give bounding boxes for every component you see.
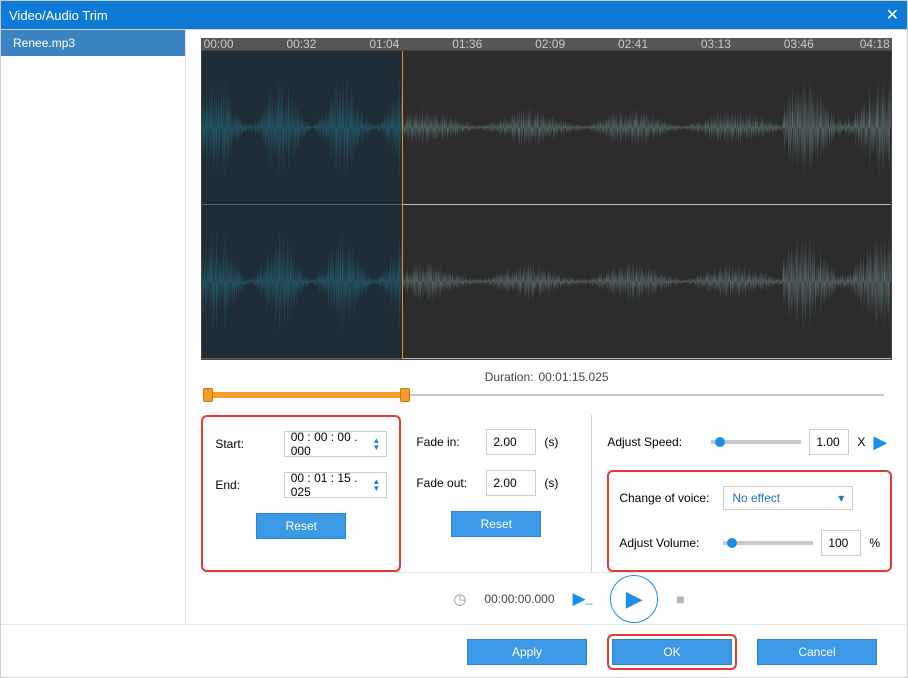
speed-x: X xyxy=(857,435,865,449)
stop-button[interactable]: ■ xyxy=(676,591,684,607)
end-value: 00 : 01 : 15 . 025 xyxy=(291,471,373,499)
tick: 04:18 xyxy=(860,37,890,51)
play-button[interactable]: ▶ xyxy=(610,575,658,623)
spinner-icon[interactable]: ▲▼ xyxy=(372,478,380,492)
start-value: 00 : 00 : 00 . 000 xyxy=(291,430,373,458)
trim-handle-start[interactable] xyxy=(203,388,213,402)
voice-select[interactable]: No effect ▾ xyxy=(723,486,853,510)
tick: 00:32 xyxy=(286,37,316,51)
voice-label: Change of voice: xyxy=(619,491,715,505)
adjust-group: Adjust Speed: 1.00 X ▶ Change of voice: … xyxy=(591,415,892,572)
fadein-input[interactable]: 2.00 xyxy=(486,429,536,455)
cancel-button[interactable]: Cancel xyxy=(757,639,877,665)
volume-label: Adjust Volume: xyxy=(619,536,715,550)
volume-slider[interactable] xyxy=(723,541,813,545)
trim-bar[interactable] xyxy=(201,388,892,401)
main-panel: 00:00 00:32 01:04 01:36 02:09 02:41 03:1… xyxy=(186,30,907,624)
duration-value: 00:01:15.025 xyxy=(538,370,608,384)
tick: 01:36 xyxy=(452,37,482,51)
fade-group: Fade in: 2.00 (s) Fade out: 2.00 (s) Res… xyxy=(416,415,576,572)
start-row: Start: 00 : 00 : 00 . 000 ▲▼ xyxy=(215,431,387,457)
playback-time: 00:00:00.000 xyxy=(484,592,554,606)
speed-label: Adjust Speed: xyxy=(607,435,703,449)
volume-row: Adjust Volume: 100 % xyxy=(619,530,880,556)
apply-button[interactable]: Apply xyxy=(467,639,587,665)
clock-icon: ◷ xyxy=(453,590,466,608)
voice-value: No effect xyxy=(732,491,780,505)
content: Renee.mp3 00:00 00:32 01:04 01:36 02:09 … xyxy=(1,29,907,624)
startend-group: Start: 00 : 00 : 00 . 000 ▲▼ End: 00 : 0… xyxy=(201,415,401,572)
playhead[interactable] xyxy=(402,51,403,359)
file-item[interactable]: Renee.mp3 xyxy=(1,30,185,56)
duration-label: Duration: xyxy=(485,370,534,384)
ok-highlight: OK xyxy=(607,634,737,670)
voice-volume-box: Change of voice: No effect ▾ Adjust Volu… xyxy=(607,470,892,572)
selection-overlay xyxy=(202,51,402,359)
fadein-label: Fade in: xyxy=(416,435,478,449)
fadeout-row: Fade out: 2.00 (s) xyxy=(416,470,576,496)
volume-unit: % xyxy=(869,536,880,550)
voice-row: Change of voice: No effect ▾ xyxy=(619,486,880,510)
speed-row: Adjust Speed: 1.00 X ▶ xyxy=(607,429,892,455)
time-ruler[interactable]: 00:00 00:32 01:04 01:36 02:09 02:41 03:1… xyxy=(201,38,892,50)
ok-button[interactable]: OK xyxy=(612,639,732,665)
trim-selection xyxy=(209,392,409,398)
spinner-icon[interactable]: ▲▼ xyxy=(372,437,380,451)
end-row: End: 00 : 01 : 15 . 025 ▲▼ xyxy=(215,472,387,498)
footer: Apply OK Cancel xyxy=(1,624,907,678)
duration-readout: Duration: 00:01:15.025 xyxy=(201,368,892,386)
tick: 02:41 xyxy=(618,37,648,51)
playback-controls: ◷ 00:00:00.000 ▶_ ▶ ■ xyxy=(201,572,892,624)
speed-input[interactable]: 1.00 xyxy=(809,429,849,455)
fadeout-label: Fade out: xyxy=(416,476,478,490)
sidebar: Renee.mp3 xyxy=(1,30,186,624)
fadein-unit: (s) xyxy=(544,435,558,449)
chevron-down-icon: ▾ xyxy=(838,491,844,505)
step-button[interactable]: ▶_ xyxy=(573,589,593,609)
speed-slider[interactable] xyxy=(711,440,801,444)
end-input[interactable]: 00 : 01 : 15 . 025 ▲▼ xyxy=(284,472,388,498)
trim-handle-end[interactable] xyxy=(400,388,410,402)
close-icon[interactable]: ✕ xyxy=(886,5,899,25)
tick: 02:09 xyxy=(535,37,565,51)
fadeout-unit: (s) xyxy=(544,476,558,490)
play-speed-icon[interactable]: ▶ xyxy=(873,432,887,453)
end-label: End: xyxy=(215,478,275,492)
tick: 03:46 xyxy=(784,37,814,51)
reset-startend-button[interactable]: Reset xyxy=(256,513,346,539)
tick: 03:13 xyxy=(701,37,731,51)
fadein-row: Fade in: 2.00 (s) xyxy=(416,429,576,455)
volume-input[interactable]: 100 xyxy=(821,530,861,556)
fadeout-input[interactable]: 2.00 xyxy=(486,470,536,496)
tick: 01:04 xyxy=(369,37,399,51)
controls-area: Start: 00 : 00 : 00 . 000 ▲▼ End: 00 : 0… xyxy=(201,415,892,572)
window-title: Video/Audio Trim xyxy=(9,8,108,23)
tick: 00:00 xyxy=(204,37,234,51)
waveform-area[interactable] xyxy=(201,50,892,360)
titlebar: Video/Audio Trim ✕ xyxy=(1,1,907,29)
reset-fade-button[interactable]: Reset xyxy=(451,511,541,537)
start-label: Start: xyxy=(215,437,275,451)
start-input[interactable]: 00 : 00 : 00 . 000 ▲▼ xyxy=(284,431,388,457)
